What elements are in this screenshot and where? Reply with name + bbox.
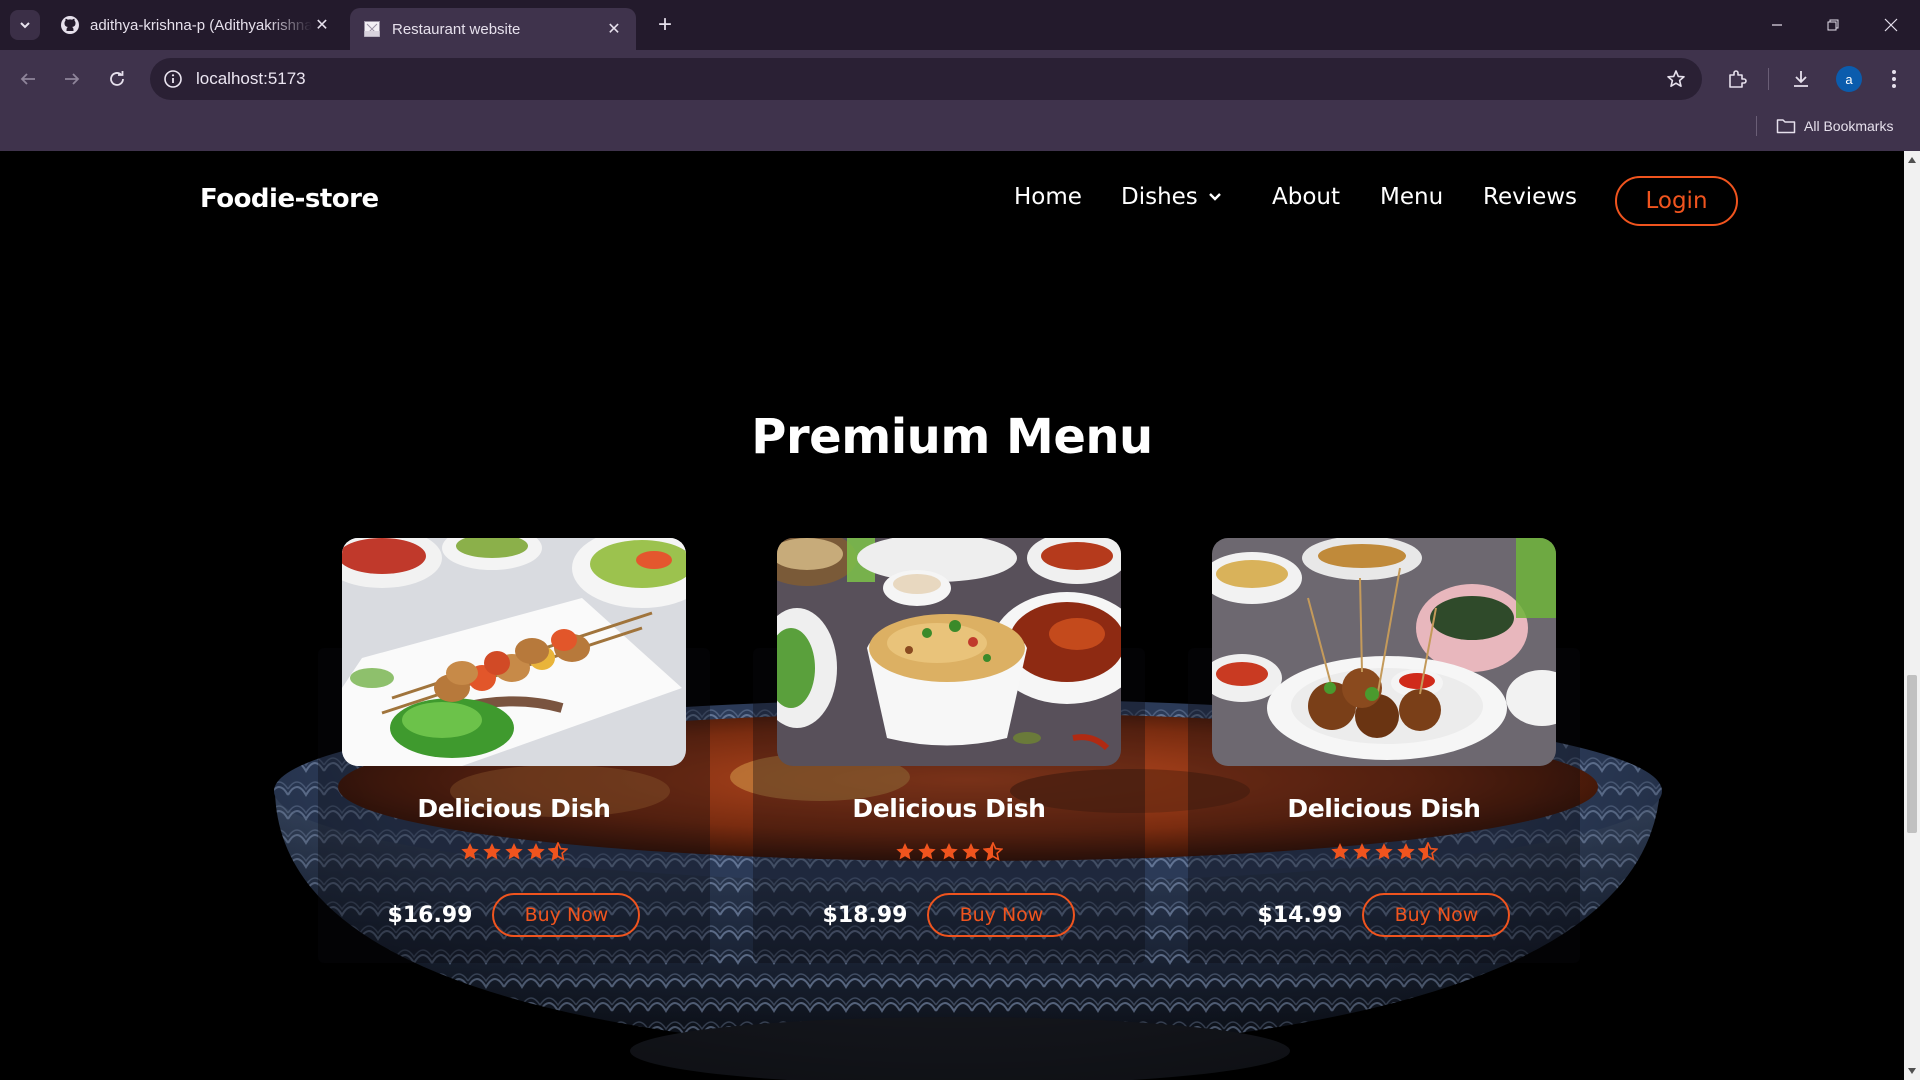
all-bookmarks-label: All Bookmarks	[1804, 118, 1894, 134]
reload-icon[interactable]	[102, 64, 132, 94]
chicken-skewers-image	[342, 538, 686, 766]
star-icon	[1375, 843, 1393, 860]
dish-price: $18.99	[822, 902, 908, 928]
page-icon	[362, 19, 382, 39]
chevron-down-icon	[20, 22, 30, 29]
menu-card: Delicious Dish $16.99 Buy Now	[318, 538, 710, 963]
toolbar-divider	[1768, 68, 1769, 90]
site-logo[interactable]: Foodie-store	[200, 184, 379, 214]
dish-name: Delicious Dish	[1287, 794, 1481, 823]
star-half-icon	[983, 842, 1003, 861]
close-icon[interactable]: ✕	[604, 19, 624, 39]
login-button[interactable]: Login	[1615, 176, 1738, 226]
card-footer: $18.99 Buy Now	[753, 893, 1145, 937]
back-icon[interactable]	[13, 64, 43, 94]
page-scrollbar[interactable]	[1904, 151, 1920, 1080]
menu-card: Delicious Dish $18.99 Buy Now	[753, 538, 1145, 963]
chevron-down-icon	[1208, 193, 1221, 201]
card-footer: $16.99 Buy Now	[318, 893, 710, 937]
star-half-icon	[1418, 842, 1438, 861]
nav-reviews[interactable]: Reviews	[1483, 184, 1577, 210]
nav-about[interactable]: About	[1272, 184, 1340, 210]
star-icon	[1331, 843, 1349, 860]
github-icon	[60, 15, 80, 35]
new-tab-button[interactable]: +	[652, 11, 678, 38]
star-icon	[962, 843, 980, 860]
dish-name: Delicious Dish	[417, 794, 611, 823]
site-info-icon[interactable]	[162, 68, 184, 90]
star-icon	[527, 843, 545, 860]
close-icon[interactable]: ✕	[312, 15, 332, 35]
forward-icon[interactable]	[57, 64, 87, 94]
download-icon[interactable]	[1786, 64, 1816, 94]
browser-toolbar: localhost:5173 a	[0, 50, 1920, 108]
scroll-down-icon[interactable]	[1908, 1068, 1916, 1074]
tab-search-button[interactable]	[10, 10, 40, 40]
star-icon	[896, 843, 914, 860]
scrollbar-thumb[interactable]	[1907, 675, 1917, 833]
star-icon	[483, 843, 501, 860]
rating-stars	[318, 842, 710, 861]
tab-github[interactable]: adithya-krishna-p (Adithyakrishna ✕	[48, 6, 344, 44]
dish-price: $16.99	[387, 902, 473, 928]
tab-strip: adithya-krishna-p (Adithyakrishna ✕ Rest…	[0, 0, 1920, 50]
dish-image	[1212, 538, 1556, 766]
minimize-icon[interactable]	[1762, 10, 1792, 40]
star-icon	[1353, 843, 1371, 860]
bookmark-star-icon[interactable]	[1664, 67, 1688, 91]
close-window-icon[interactable]	[1876, 10, 1906, 40]
section-title: Premium Menu	[751, 409, 1153, 465]
tab-title: adithya-krishna-p (Adithyakrishna	[90, 16, 312, 34]
tab-title: Restaurant website	[392, 20, 521, 38]
star-icon	[1397, 843, 1415, 860]
url-text[interactable]: localhost:5173	[196, 69, 306, 89]
rating-stars	[753, 842, 1145, 861]
dish-image	[777, 538, 1121, 766]
restore-icon[interactable]	[1818, 10, 1848, 40]
address-bar[interactable]: localhost:5173	[150, 58, 1702, 100]
buy-now-button[interactable]: Buy Now	[927, 893, 1076, 937]
scroll-up-icon[interactable]	[1908, 157, 1916, 163]
star-icon	[461, 843, 479, 860]
profile-avatar[interactable]: a	[1836, 66, 1862, 92]
meatballs-image	[1212, 538, 1556, 766]
nav-home[interactable]: Home	[1014, 184, 1082, 210]
star-icon	[940, 843, 958, 860]
nav-dishes[interactable]: Dishes	[1121, 184, 1222, 210]
biryani-image	[777, 538, 1121, 766]
menu-card: Delicious Dish $14.99 Buy Now	[1188, 538, 1580, 963]
card-footer: $14.99 Buy Now	[1188, 893, 1580, 937]
rating-stars	[1188, 842, 1580, 861]
tab-restaurant[interactable]: Restaurant website ✕	[350, 8, 636, 50]
bookmarks-bar	[0, 108, 1920, 151]
star-icon	[918, 843, 936, 860]
bookmarks-divider	[1756, 116, 1757, 136]
nav-dishes-label: Dishes	[1121, 184, 1198, 210]
page-viewport: Foodie-store Home Dishes About Menu Revi…	[0, 151, 1904, 1080]
extensions-icon[interactable]	[1722, 64, 1752, 94]
all-bookmarks-button[interactable]: All Bookmarks	[1776, 116, 1893, 136]
dish-image	[342, 538, 686, 766]
dish-price: $14.99	[1257, 902, 1343, 928]
buy-now-button[interactable]: Buy Now	[492, 893, 641, 937]
buy-now-button[interactable]: Buy Now	[1362, 893, 1511, 937]
nav-menu[interactable]: Menu	[1380, 184, 1443, 210]
folder-icon	[1776, 119, 1796, 134]
star-half-icon	[548, 842, 568, 861]
dish-name: Delicious Dish	[852, 794, 1046, 823]
more-menu-icon[interactable]	[1879, 64, 1909, 94]
star-icon	[505, 843, 523, 860]
browser-chrome: adithya-krishna-p (Adithyakrishna ✕ Rest…	[0, 0, 1920, 151]
